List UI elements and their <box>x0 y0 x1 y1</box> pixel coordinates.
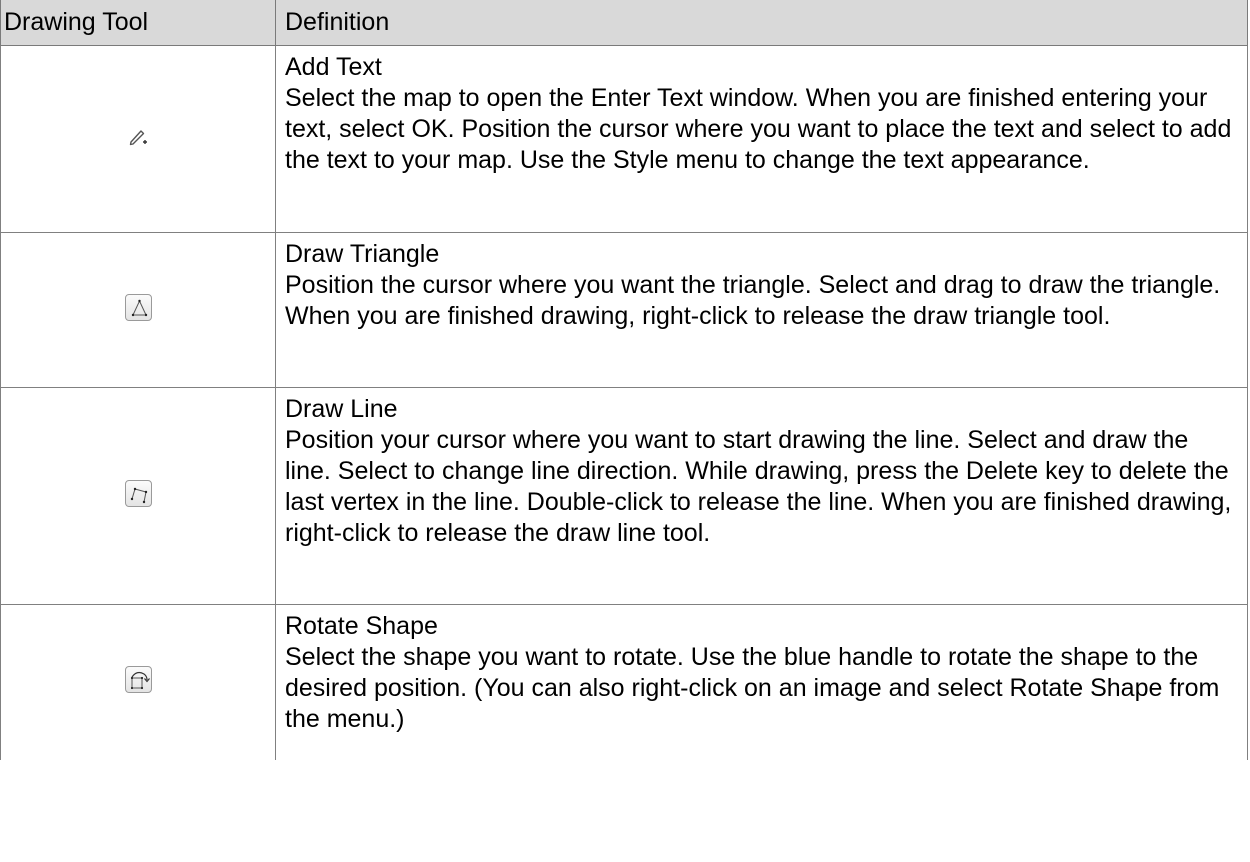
tool-name: Rotate Shape <box>285 612 438 640</box>
header-definition: Definition <box>275 0 1248 46</box>
style-keyword: Style <box>612 146 669 174</box>
description-text: menu to change the text appearance. <box>668 146 1090 174</box>
tool-name: Add Text <box>285 53 382 81</box>
description-text: Position your cursor where you want to s… <box>285 426 1232 547</box>
table-row: Rotate Shape Select the shape you want t… <box>0 604 1248 760</box>
definition-cell: Rotate Shape Select the shape you want t… <box>275 604 1248 760</box>
tool-name: Draw Triangle <box>285 240 440 268</box>
drawing-tools-table: Drawing Tool Definition Add Text Select … <box>0 0 1248 760</box>
ok-keyword: OK <box>411 115 448 143</box>
rotate-shape-icon <box>124 666 152 694</box>
table-row: Draw Triangle Position the cursor where … <box>0 232 1248 388</box>
definition-cell: Draw Triangle Position the cursor where … <box>275 232 1248 388</box>
polyline-icon <box>124 480 152 507</box>
definition-cell: Add Text Select the map to open the Ente… <box>275 45 1248 233</box>
icon-cell <box>0 604 276 760</box>
definition-cell: Draw Line Position your cursor where you… <box>275 387 1248 605</box>
table-header-row: Drawing Tool Definition <box>0 0 1248 46</box>
triangle-icon <box>124 294 152 321</box>
table-row: Draw Line Position your cursor where you… <box>0 387 1248 605</box>
icon-cell <box>0 387 276 605</box>
pencil-plus-icon <box>128 127 148 147</box>
header-drawing-tool: Drawing Tool <box>0 0 276 46</box>
table-row: Add Text Select the map to open the Ente… <box>0 45 1248 233</box>
icon-cell <box>0 45 276 233</box>
icon-cell <box>0 232 276 388</box>
description-text: Select the shape you want to rotate. Use… <box>285 643 1220 733</box>
description-text: Position the cursor where you want the t… <box>285 271 1221 330</box>
tool-name: Draw Line <box>285 395 398 423</box>
